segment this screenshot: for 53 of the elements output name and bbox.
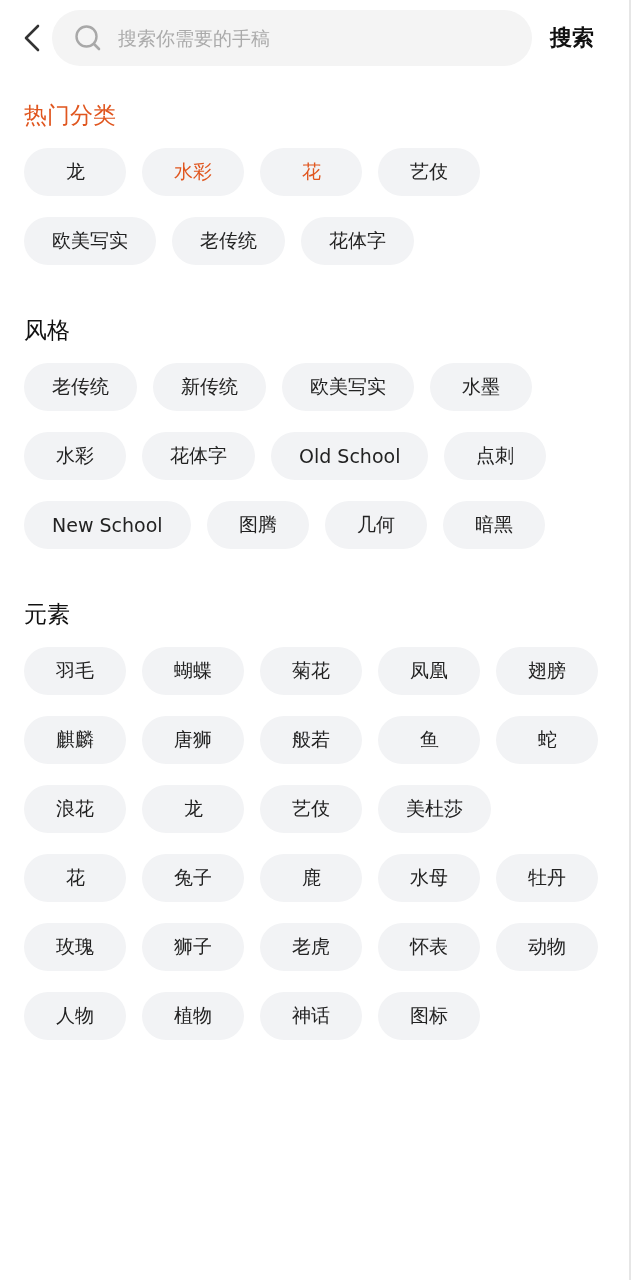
tag-chip[interactable]: 水彩 bbox=[142, 148, 244, 196]
tag-chip[interactable]: 美杜莎 bbox=[378, 785, 491, 833]
tag-chip[interactable]: 般若 bbox=[260, 716, 362, 764]
tag-chip[interactable]: 怀表 bbox=[378, 923, 480, 971]
tag-chip[interactable]: 暗黑 bbox=[442, 501, 545, 549]
tag-chip[interactable]: 艺伎 bbox=[260, 785, 362, 833]
search-button[interactable]: 搜索 bbox=[550, 23, 594, 53]
tag-chip[interactable]: 欧美写实 bbox=[24, 217, 156, 265]
tag-chip[interactable]: 老传统 bbox=[24, 363, 137, 411]
tag-chip[interactable]: 菊花 bbox=[260, 647, 362, 695]
tag-chip[interactable]: 翅膀 bbox=[496, 647, 598, 695]
tag-chip[interactable]: 兔子 bbox=[142, 854, 244, 902]
back-icon[interactable] bbox=[22, 23, 42, 53]
tag-chip[interactable]: 图标 bbox=[378, 992, 480, 1040]
tag-chip[interactable]: 麒麟 bbox=[24, 716, 126, 764]
tag-chip[interactable]: 艺伎 bbox=[378, 148, 480, 196]
tag-chip[interactable]: 花体字 bbox=[142, 432, 255, 480]
tag-chip[interactable]: 凤凰 bbox=[378, 647, 480, 695]
tag-chip[interactable]: Old School bbox=[271, 432, 429, 480]
tag-chip[interactable]: 羽毛 bbox=[24, 647, 126, 695]
search-icon bbox=[74, 24, 102, 52]
tag-chip[interactable]: 蝴蝶 bbox=[142, 647, 244, 695]
tag-chip[interactable]: 水彩 bbox=[24, 432, 126, 480]
tag-chip[interactable]: 神话 bbox=[260, 992, 362, 1040]
tag-chip[interactable]: 玫瑰 bbox=[24, 923, 126, 971]
tag-chip[interactable]: 花 bbox=[24, 854, 126, 902]
tag-chip[interactable]: 欧美写实 bbox=[282, 363, 414, 411]
tag-chip[interactable]: 狮子 bbox=[142, 923, 244, 971]
section-title: 元素 bbox=[24, 600, 71, 629]
section-title: 风格 bbox=[24, 316, 71, 345]
tag-chip[interactable]: 牡丹 bbox=[496, 854, 598, 902]
tag-chip[interactable]: 龙 bbox=[142, 785, 244, 833]
tag-chip[interactable]: 唐狮 bbox=[142, 716, 244, 764]
tag-chip[interactable]: 几何 bbox=[324, 501, 427, 549]
tag-chip[interactable]: 点刺 bbox=[444, 432, 547, 480]
tag-chip[interactable]: New School bbox=[24, 501, 191, 549]
tag-chip[interactable]: 龙 bbox=[24, 148, 126, 196]
tag-chip[interactable]: 图腾 bbox=[206, 501, 309, 549]
tag-chip[interactable]: 蛇 bbox=[496, 716, 598, 764]
tag-chip[interactable]: 浪花 bbox=[24, 785, 126, 833]
tag-chip[interactable]: 新传统 bbox=[153, 363, 266, 411]
tag-chip[interactable]: 植物 bbox=[142, 992, 244, 1040]
tag-chip[interactable]: 鱼 bbox=[378, 716, 480, 764]
tag-chip[interactable]: 老传统 bbox=[172, 217, 285, 265]
tag-chip[interactable]: 人物 bbox=[24, 992, 126, 1040]
search-field[interactable]: 搜索你需要的手稿 bbox=[52, 10, 532, 66]
section-title: 热门分类 bbox=[24, 101, 117, 130]
tag-chip[interactable]: 老虎 bbox=[260, 923, 362, 971]
tag-chip[interactable]: 水墨 bbox=[430, 363, 532, 411]
tag-chip[interactable]: 动物 bbox=[496, 923, 598, 971]
tag-chip[interactable]: 水母 bbox=[378, 854, 480, 902]
tag-chip[interactable]: 花体字 bbox=[301, 217, 414, 265]
tag-chip[interactable]: 鹿 bbox=[260, 854, 362, 902]
